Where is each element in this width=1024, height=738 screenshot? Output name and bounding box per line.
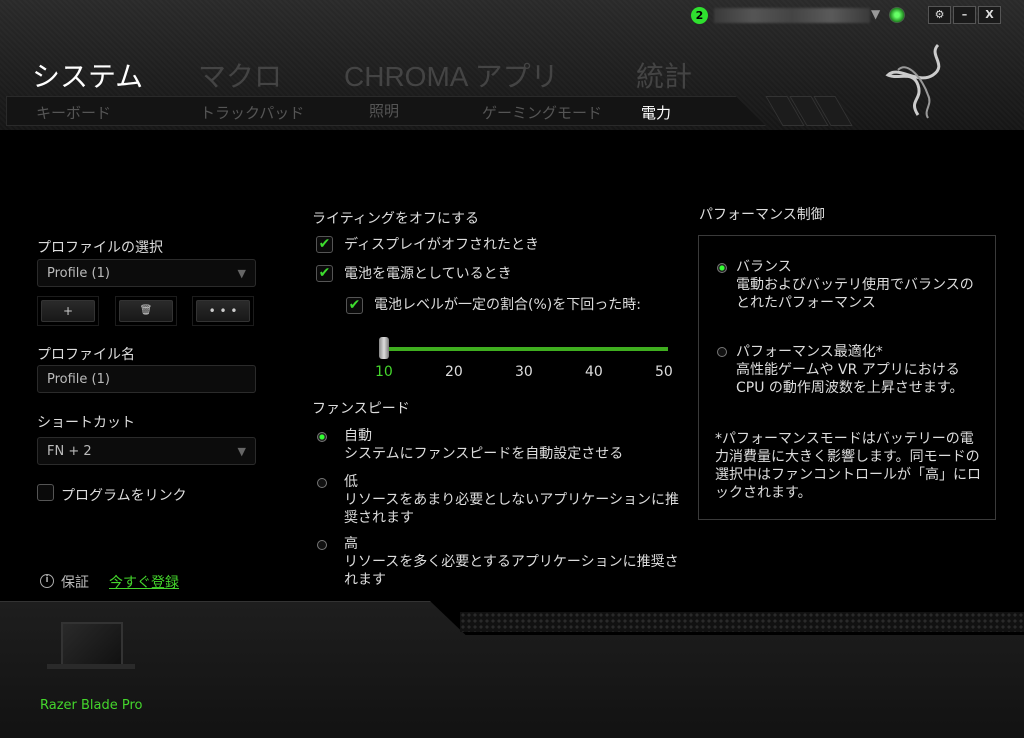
add-profile-button[interactable]: + [37,296,99,326]
performance-optimized-desc: 高性能ゲームや VR アプリにおける CPU の動作周波数を上昇させます。 [736,362,964,396]
minimize-button[interactable]: – [953,6,976,24]
shortcut-dropdown[interactable]: FN + 2 ▼ [37,437,256,465]
profile-name-value: Profile (1) [47,371,110,387]
delete-profile-button[interactable]: 🗑 [115,296,177,326]
slider-tick-label: 30 [515,364,533,380]
performance-optimized-option[interactable]: パフォーマンス最適化* 高性能ゲームや VR アプリにおける CPU の動作周波数… [736,343,984,397]
fan-option-label: 高 [344,536,358,552]
device-name[interactable]: Razer Blade Pro [40,698,143,713]
shortcut-label: ショートカット [37,415,135,431]
fan-radio[interactable] [317,478,327,488]
account-name-blurred[interactable] [714,8,870,23]
battery-level-checkbox[interactable]: ✔ [346,297,363,314]
balance-label: バランス [736,259,792,275]
performance-note: *パフォーマンスモードはバッテリーの電力消費量に大きく影響します。同モードの選択… [715,431,981,501]
performance-optimized-label: パフォーマンス最適化* [736,344,883,360]
slider-tick-label: 40 [585,364,603,380]
battery-power-label: 電池を電源としているとき [344,266,512,282]
info-icon: i [40,574,54,588]
subtab-trackpad[interactable]: トラックパッド [200,102,304,123]
slider-tick-label: 10 [375,364,393,380]
fan-option-desc: リソースをあまり必要としないアプリケーションに推奨されます [344,492,680,526]
fan-radio[interactable] [317,432,327,442]
shortcut-value: FN + 2 [47,443,92,459]
close-button[interactable]: X [978,6,1001,24]
link-program-checkbox[interactable] [37,484,54,501]
subtab-keyboard[interactable]: キーボード [36,102,111,123]
online-status-icon [889,7,905,23]
warranty-label: 保証 [61,575,89,591]
settings-button[interactable]: ⚙ [928,6,951,24]
fan-option-desc: リソースを多く必要とするアプリケーションに推奨されます [344,554,679,588]
tab-macro[interactable]: マクロ [198,55,282,95]
trash-icon: 🗑 [119,300,173,322]
slider-track[interactable] [384,347,668,351]
display-off-label: ディスプレイがオフされたとき [344,237,540,253]
performance-title: パフォーマンス制御 [699,207,825,223]
balance-option[interactable]: バランス電動およびバッテリ使用でバランスのとれたパフォーマンス [736,258,986,312]
fan-option[interactable]: 低リソースをあまり必要としないアプリケーションに推奨されます [344,473,689,527]
laptop-image[interactable] [61,622,123,666]
notification-badge[interactable]: 2 [691,7,708,24]
razer-logo-icon [885,43,941,119]
tab-system[interactable]: システム [32,55,143,95]
fan-option[interactable]: 高リソースを多く必要とするアプリケーションに推奨されます [344,535,689,589]
balance-radio[interactable] [717,263,727,273]
tab-stats[interactable]: 統計 [636,55,692,95]
balance-desc: 電動およびバッテリ使用でバランスのとれたパフォーマンス [736,277,974,311]
profile-name-label: プロファイル名 [37,347,135,363]
performance-optimized-radio[interactable] [717,347,727,357]
tab-chroma-apps[interactable]: CHROMA アプリ [344,55,559,95]
subtab-gaming-mode[interactable]: ゲーミングモード [482,102,602,123]
subtab-lighting[interactable]: 照明 [369,100,399,121]
slider-tick-label: 50 [655,364,673,380]
plus-icon: + [41,300,95,322]
link-program-label: プログラムをリンク [61,488,187,504]
slider-handle[interactable] [379,337,389,359]
chevron-down-icon: ▼ [237,444,246,458]
fan-radio[interactable] [317,540,327,550]
fan-option-label: 自動 [344,428,372,444]
subtab-power[interactable]: 電力 [641,102,671,123]
laptop-base [47,664,135,669]
chevron-down-icon: ▼ [237,266,246,280]
register-now-link[interactable]: 今すぐ登録 [109,572,179,592]
more-icon: • • • [196,300,250,322]
battery-level-label: 電池レベルが一定の割合(%)を下回った時: [374,297,641,313]
profile-select-label: プロファイルの選択 [37,240,163,256]
display-off-checkbox[interactable]: ✔ [316,236,333,253]
fan-speed-title: ファンスピード [312,401,410,417]
more-options-button[interactable]: • • • [192,296,254,326]
fan-option-desc: システムにファンスピードを自動設定させる [344,446,624,462]
chevron-down-icon[interactable]: ▼ [871,7,880,21]
fan-option-label: 低 [344,474,358,490]
profile-dropdown-value: Profile (1) [47,265,110,281]
lighting-off-title: ライティングをオフにする [312,211,480,227]
battery-power-checkbox[interactable]: ✔ [316,265,333,282]
fan-option[interactable]: 自動システムにファンスピードを自動設定させる [344,427,689,463]
decor-hex-pattern [460,612,1024,632]
profile-name-input[interactable]: Profile (1) [37,365,256,393]
profile-dropdown[interactable]: Profile (1) ▼ [37,259,256,287]
slider-tick-label: 20 [445,364,463,380]
